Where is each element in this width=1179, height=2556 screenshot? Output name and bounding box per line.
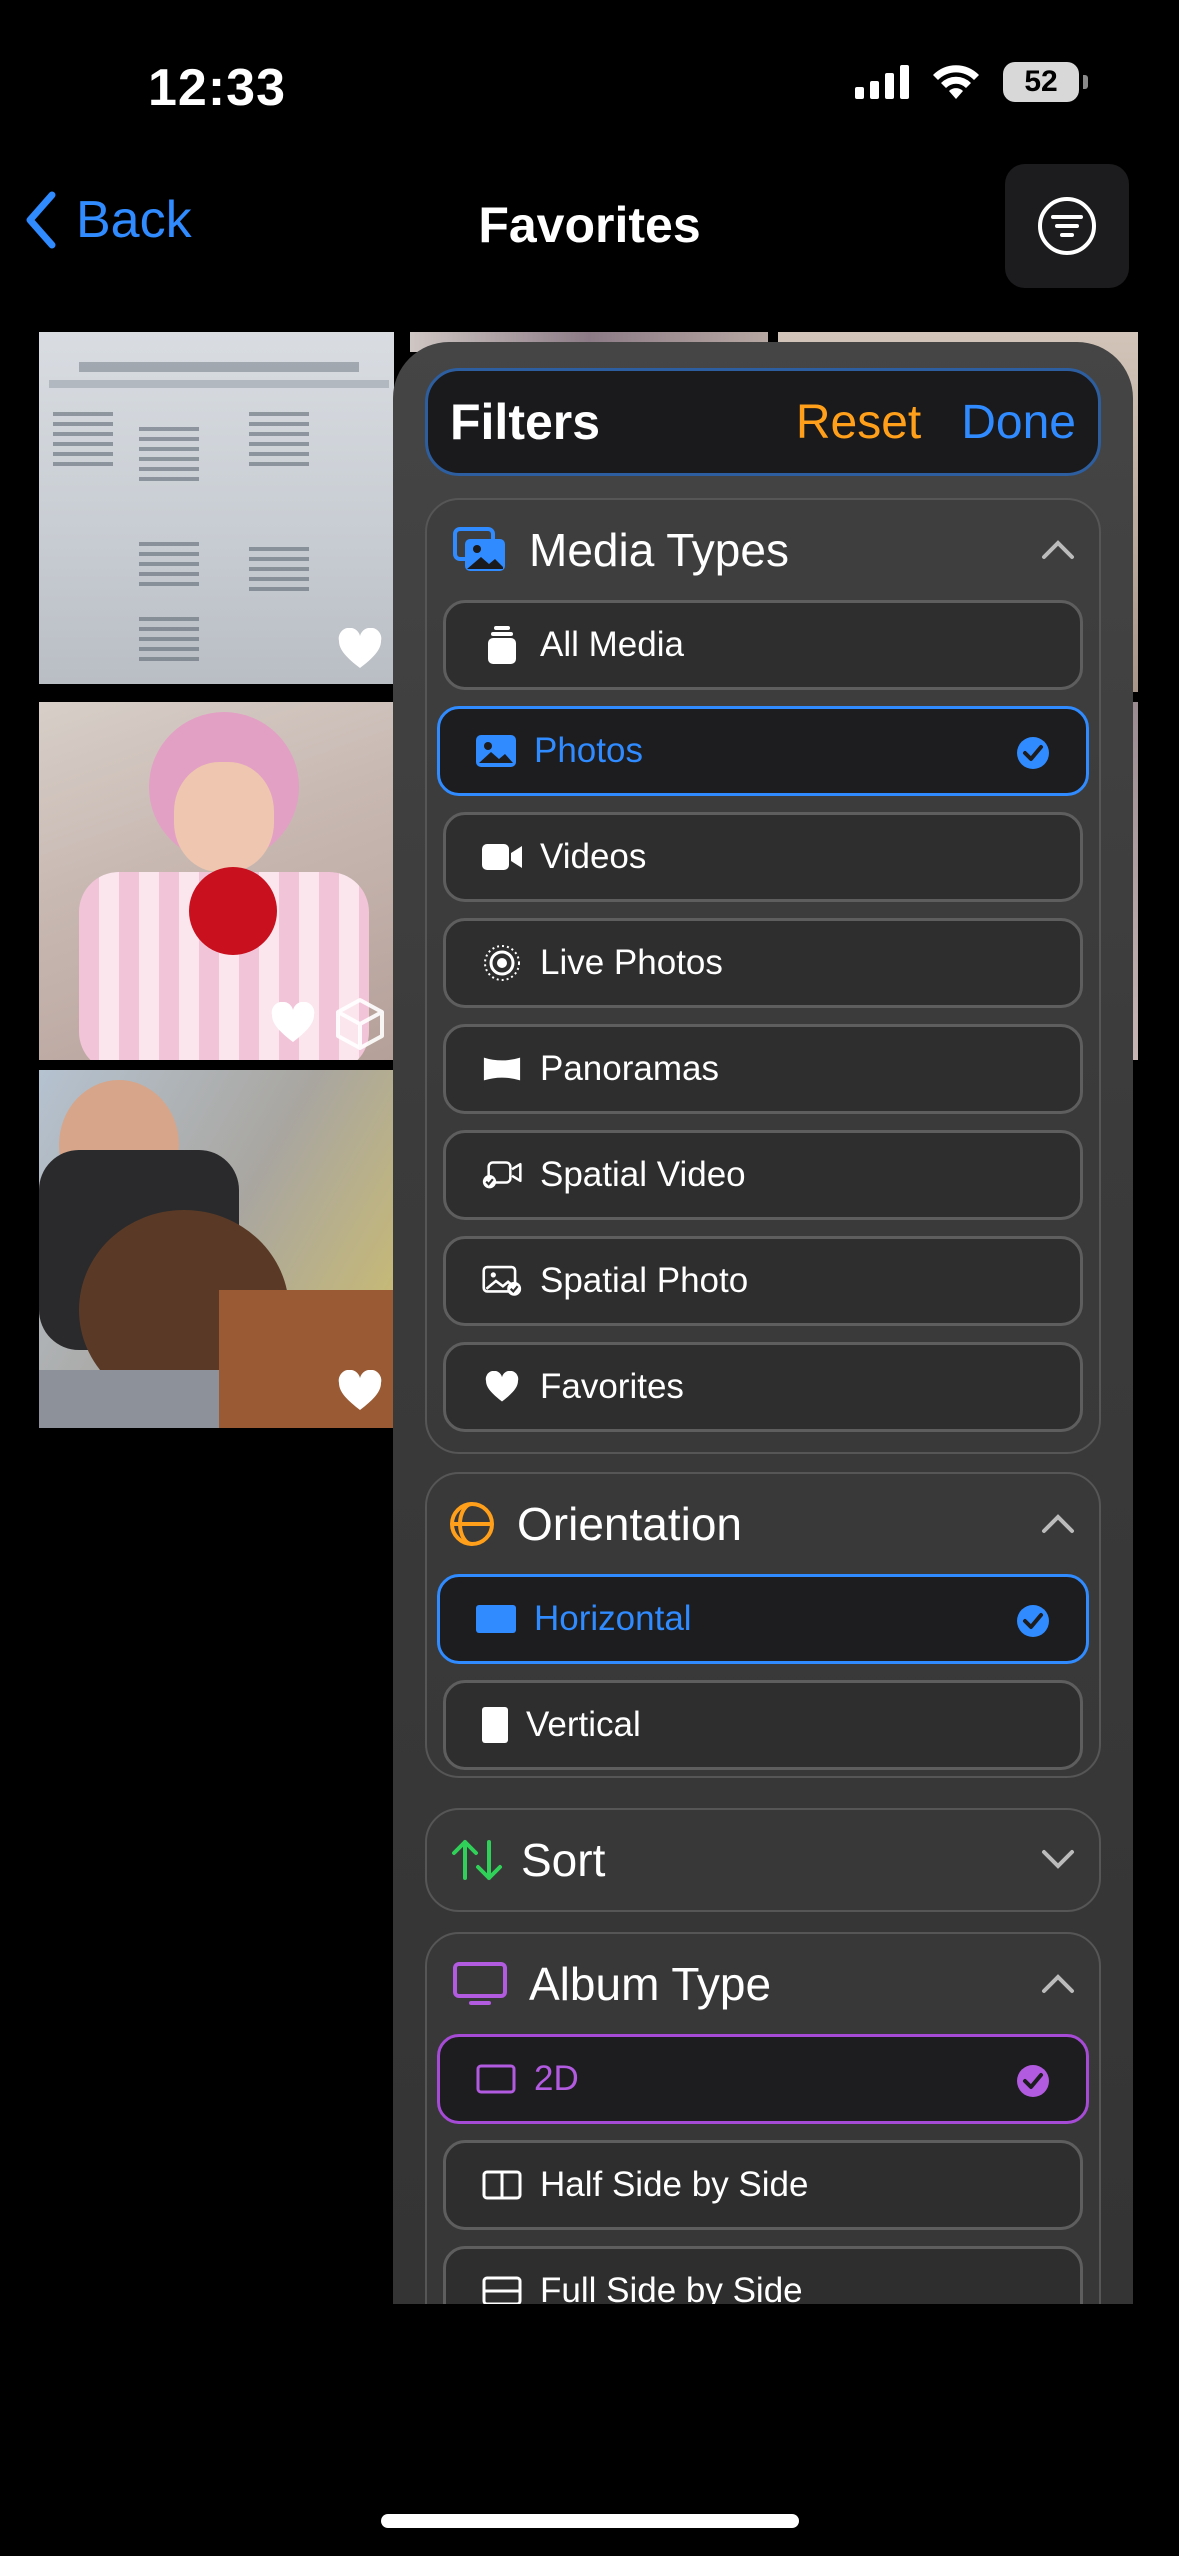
filters-title: Filters — [450, 394, 601, 450]
status-time: 12:33 — [148, 59, 286, 117]
done-button[interactable]: Done — [961, 395, 1076, 450]
chevron-up-icon[interactable] — [1041, 538, 1075, 560]
checkmark-circle-icon — [1017, 2065, 1049, 2097]
filter-button[interactable] — [1005, 164, 1129, 288]
filters-panel: Filters Reset Done Media Types All Media… — [393, 342, 1133, 2304]
option-favorites[interactable]: Favorites — [443, 1342, 1083, 1432]
orientation-globe-icon — [450, 1502, 494, 1546]
filters-header: Filters Reset Done — [425, 368, 1101, 476]
heart-icon — [485, 1371, 519, 1402]
option-label: Live Photos — [540, 943, 723, 982]
album-type-title: Album Type — [529, 1958, 772, 2010]
home-indicator[interactable] — [381, 2514, 799, 2528]
split-vertical-icon — [482, 2170, 522, 2200]
option-label: Photos — [534, 731, 643, 770]
checkmark-circle-icon — [1017, 737, 1049, 769]
option-label: Full Side by Side — [540, 2271, 803, 2304]
panorama-icon — [483, 1057, 521, 1081]
photo-icon — [476, 735, 516, 767]
chevron-up-icon[interactable] — [1041, 1512, 1075, 1534]
chevron-up-icon[interactable] — [1041, 1972, 1075, 1994]
spatial-photo-icon — [482, 1265, 522, 1296]
page-title: Favorites — [478, 197, 701, 253]
option-spatial-photo[interactable]: Spatial Photo — [443, 1236, 1083, 1326]
option-2d[interactable]: 2D — [437, 2034, 1089, 2124]
option-label: Spatial Video — [540, 1155, 746, 1194]
checkmark-circle-icon — [1017, 1605, 1049, 1637]
option-videos[interactable]: Videos — [443, 812, 1083, 902]
stack-icon — [488, 626, 516, 664]
orientation-header[interactable]: Orientation — [427, 1474, 1099, 1574]
option-label: Panoramas — [540, 1049, 719, 1088]
option-label: 2D — [534, 2059, 579, 2098]
option-all-media[interactable]: All Media — [443, 600, 1083, 690]
display-icon — [453, 1962, 507, 2005]
favorite-heart-icon — [338, 1370, 382, 1410]
landscape-rect-icon — [476, 1605, 516, 1633]
album-type-section: Album Type 2D Half Side by Side Full Sid… — [425, 1932, 1101, 2304]
sort-section[interactable]: Sort — [425, 1808, 1101, 1912]
media-types-header[interactable]: Media Types — [427, 500, 1099, 600]
option-label: Spatial Photo — [540, 1261, 749, 1300]
wifi-icon — [933, 65, 979, 99]
sort-arrows-icon — [452, 1840, 502, 1880]
spatial-cube-icon — [336, 998, 384, 1050]
option-photos[interactable]: Photos — [437, 706, 1089, 796]
photo-stack-icon — [453, 527, 505, 571]
sort-header[interactable]: Sort — [427, 1810, 1099, 1910]
rectangle-icon — [476, 2064, 516, 2094]
portrait-rect-icon — [482, 1707, 508, 1743]
media-types-section: Media Types All Media Photos Videos Live… — [425, 498, 1101, 1454]
option-full-side-by-side[interactable]: Full Side by Side — [443, 2246, 1083, 2304]
spatial-video-icon — [482, 1161, 522, 1189]
option-label: All Media — [540, 625, 684, 664]
orientation-section: Orientation Horizontal Vertical — [425, 1472, 1101, 1778]
filter-icon — [1038, 197, 1096, 255]
option-label: Horizontal — [534, 1599, 692, 1638]
option-horizontal[interactable]: Horizontal — [437, 1574, 1089, 1664]
album-type-header[interactable]: Album Type — [427, 1934, 1099, 2034]
option-label: Half Side by Side — [540, 2165, 809, 2204]
live-photo-icon — [484, 945, 520, 981]
option-spatial-video[interactable]: Spatial Video — [443, 1130, 1083, 1220]
option-panoramas[interactable]: Panoramas — [443, 1024, 1083, 1114]
split-horizontal-icon — [482, 2276, 522, 2304]
option-label: Videos — [540, 837, 647, 876]
chevron-down-icon[interactable] — [1041, 1848, 1075, 1870]
option-label: Favorites — [540, 1367, 684, 1406]
favorite-heart-icon — [338, 628, 382, 668]
reset-button[interactable]: Reset — [796, 395, 921, 450]
option-half-side-by-side[interactable]: Half Side by Side — [443, 2140, 1083, 2230]
cellular-signal-icon — [855, 65, 909, 99]
favorite-heart-icon — [271, 1002, 315, 1042]
orientation-title: Orientation — [517, 1498, 743, 1550]
status-icons: 52 — [855, 62, 1088, 102]
video-camera-icon — [482, 844, 522, 870]
option-live-photos[interactable]: Live Photos — [443, 918, 1083, 1008]
option-label: Vertical — [526, 1705, 641, 1744]
sort-title: Sort — [521, 1834, 606, 1886]
media-types-title: Media Types — [529, 524, 789, 576]
battery-icon: 52 — [1003, 62, 1088, 102]
option-vertical[interactable]: Vertical — [443, 1680, 1083, 1770]
